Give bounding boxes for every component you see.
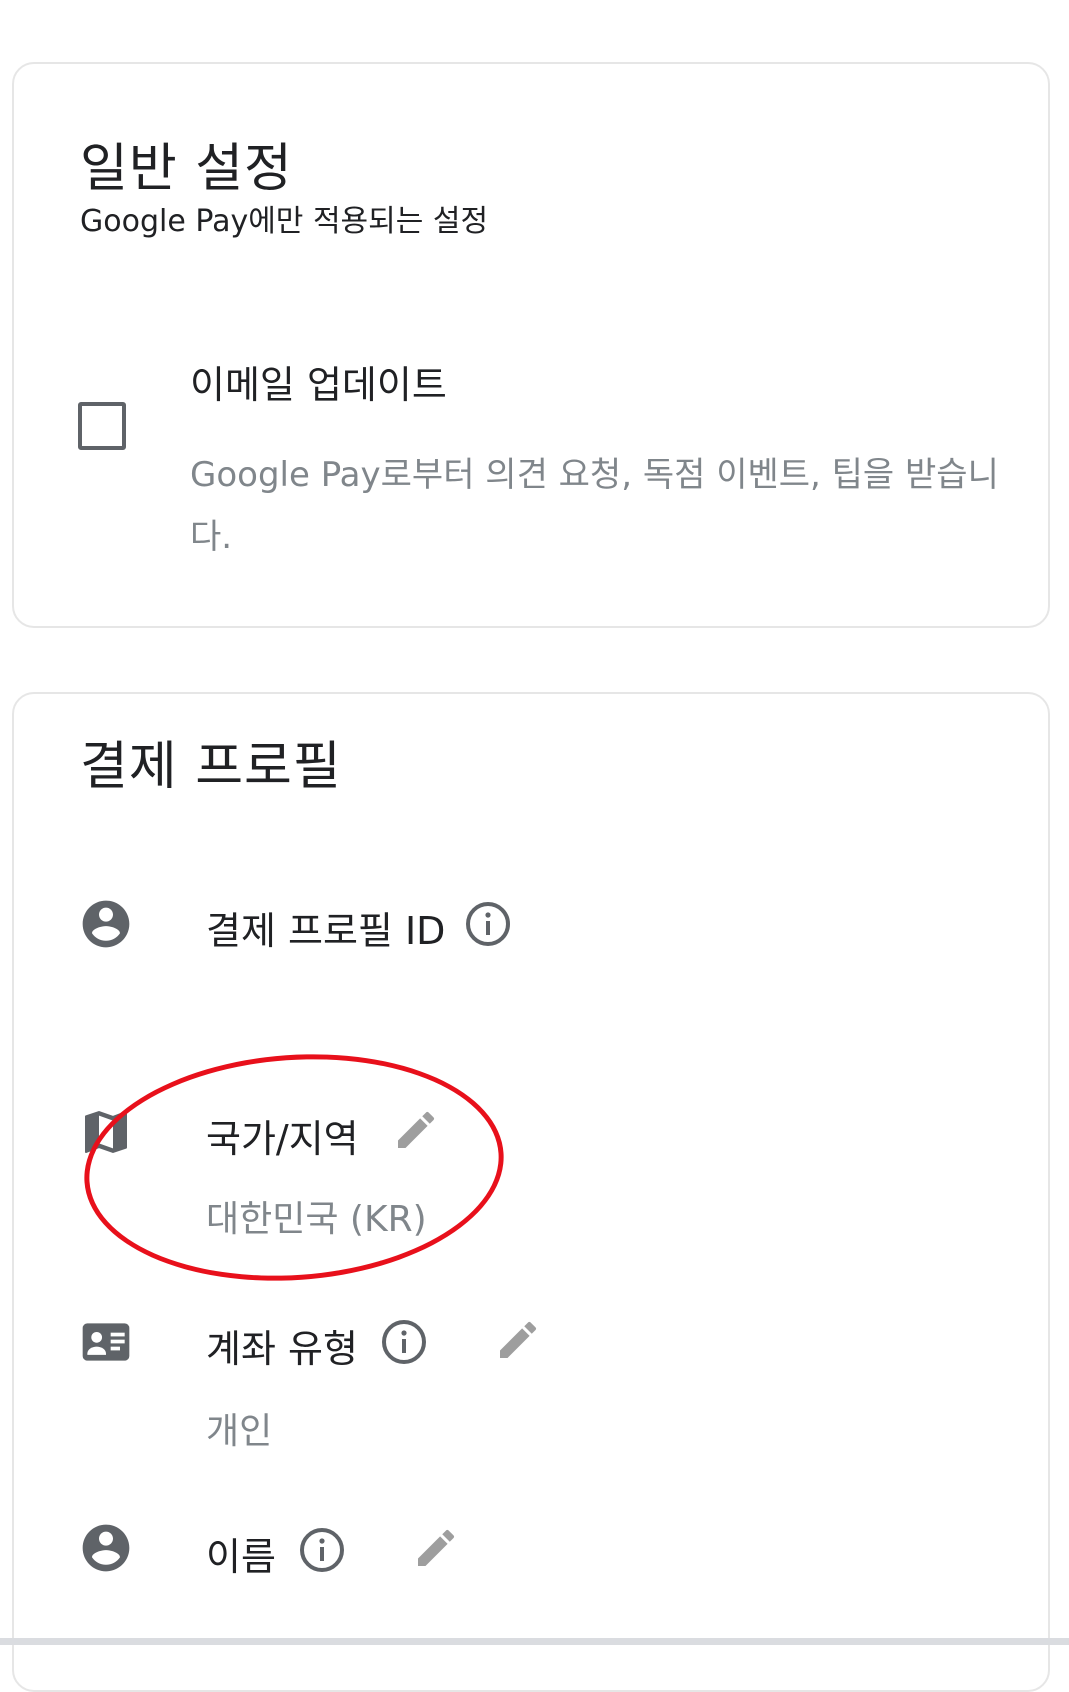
profile-id-info-icon[interactable]	[464, 900, 512, 948]
general-settings-subtitle: Google Pay에만 적용되는 설정	[80, 204, 489, 239]
payments-profile-card: 결제 프로필 결제 프로필 ID 국가/지역 대한민국 (KR) 계좌 유형 개…	[12, 692, 1050, 1692]
account-type-value: 개인	[206, 1411, 273, 1452]
general-settings-title: 일반 설정	[80, 139, 293, 199]
contact-card-icon	[78, 1314, 134, 1370]
email-updates-description: Google Pay로부터 의견 요청, 독점 이벤트, 팁을 받습니다.	[190, 455, 999, 557]
email-updates-title: 이메일 업데이트	[190, 363, 447, 407]
account-type-edit-pencil-icon[interactable]	[494, 1316, 542, 1364]
name-label: 이름	[206, 1535, 276, 1579]
profile-id-label: 결제 프로필 ID	[206, 909, 446, 953]
country-label: 국가/지역	[206, 1117, 359, 1161]
bottom-edge-bar	[0, 1638, 1069, 1645]
map-icon	[78, 1104, 134, 1160]
name-edit-pencil-icon[interactable]	[412, 1524, 460, 1572]
general-settings-card: 일반 설정 Google Pay에만 적용되는 설정 이메일 업데이트 Goog…	[12, 62, 1050, 628]
payments-profile-title: 결제 프로필	[80, 737, 342, 797]
account-type-label: 계좌 유형	[206, 1327, 358, 1371]
name-info-icon[interactable]	[298, 1526, 346, 1574]
name-account-circle-icon	[78, 1520, 134, 1576]
country-value: 대한민국 (KR)	[206, 1199, 427, 1240]
country-edit-pencil-icon[interactable]	[392, 1106, 440, 1154]
account-type-info-icon[interactable]	[380, 1318, 428, 1366]
account-circle-icon	[78, 896, 134, 952]
email-updates-checkbox[interactable]	[78, 402, 126, 450]
